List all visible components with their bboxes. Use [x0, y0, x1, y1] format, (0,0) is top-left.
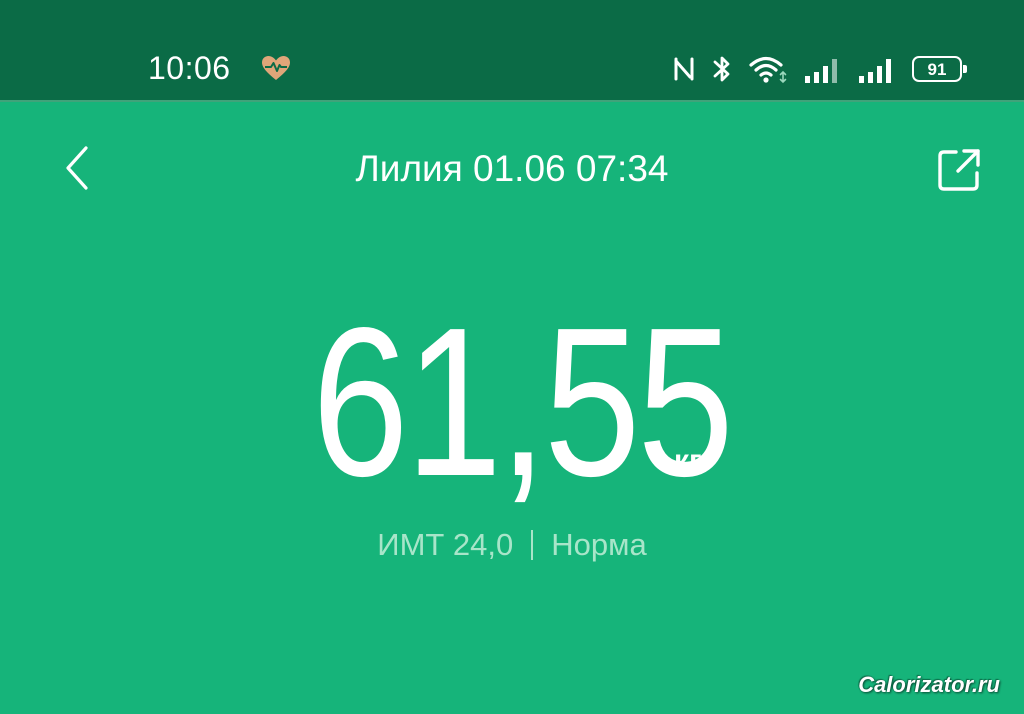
- weight-value: 61,55: [312, 283, 734, 520]
- status-icons: 91: [672, 52, 967, 86]
- share-icon: [938, 149, 980, 191]
- bluetooth-icon: [713, 56, 730, 82]
- signal-icon: [805, 59, 837, 83]
- weight-unit: кг: [674, 444, 702, 477]
- watermark: Calorizator.ru: [858, 672, 1000, 697]
- nfc-icon: [674, 57, 694, 81]
- bmi-value: ИМТ 24,0: [377, 527, 514, 562]
- status-clock: 10:06: [148, 50, 231, 86]
- battery-icon: 91: [912, 56, 967, 82]
- weight-result-screen: 10:06 91 Лилия 01.06 07:34 61,55 кг ИМТ …: [0, 0, 1024, 714]
- bmi-status: Норма: [551, 527, 647, 562]
- battery-level: 91: [927, 59, 947, 79]
- signal-icon: [859, 59, 891, 83]
- page-title: Лилия 01.06 07:34: [355, 148, 669, 189]
- share-button[interactable]: [934, 145, 984, 195]
- heart-rate-icon: [262, 56, 290, 80]
- bmi-divider: [531, 530, 534, 560]
- wifi-icon: [749, 56, 787, 84]
- status-bar: 10:06 91: [0, 0, 1024, 102]
- bmi-row: ИМТ 24,0 Норма: [0, 527, 1024, 563]
